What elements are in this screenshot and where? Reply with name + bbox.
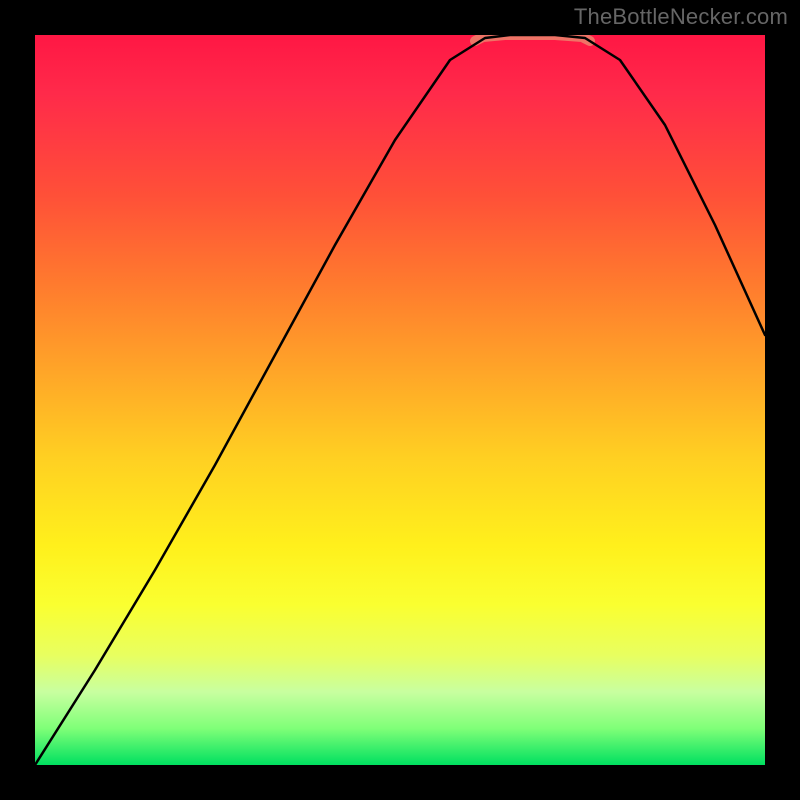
watermark-text: TheBottleNecker.com — [574, 4, 788, 30]
chart-gradient-background — [35, 35, 765, 765]
chart-container: { "watermark": "TheBottleNecker.com", "c… — [0, 0, 800, 800]
